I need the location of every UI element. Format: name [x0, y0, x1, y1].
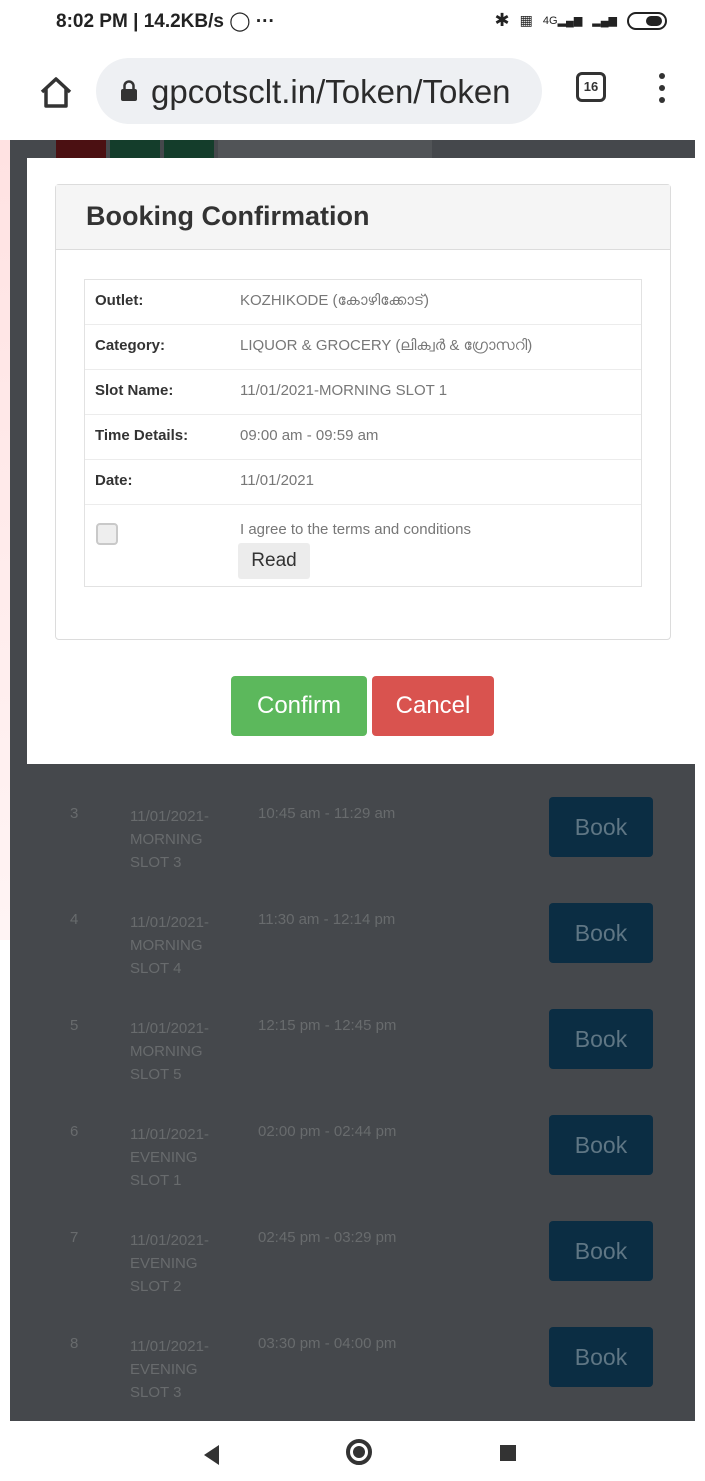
slot-row: 3 11/01/2021-MORNING SLOT 3 10:45 am - 1… [10, 797, 695, 903]
detail-label: Time Details: [95, 427, 189, 444]
detail-value: 11/01/2021-MORNING SLOT 1 [240, 382, 448, 399]
booking-modal: Booking Confirmation Outlet: KOZHIKODE (… [27, 158, 697, 764]
status-time: 8:02 PM [56, 11, 128, 32]
book-button[interactable]: Book [549, 1115, 653, 1175]
book-button[interactable]: Book [549, 1009, 653, 1069]
detail-row-date: Date: 11/01/2021 [85, 460, 641, 505]
signal-label: 4G [542, 15, 558, 27]
slot-time: 03:30 pm - 04:00 pm [258, 1335, 397, 1352]
confirmation-panel: Booking Confirmation Outlet: KOZHIKODE (… [55, 184, 671, 640]
slot-name: 11/01/2021-MORNING SLOT 5 [130, 1020, 209, 1083]
alarm-icon: ◯ [229, 11, 251, 32]
detail-value: 09:00 am - 09:59 am [240, 427, 379, 444]
read-terms-button[interactable]: Read [238, 543, 310, 579]
status-left: 8:02 PM | 14.2KB/s ◯ ··· [56, 11, 275, 32]
detail-value: KOZHIKODE (കോഴിക്കോട്) [240, 292, 430, 309]
slot-number: 5 [70, 1017, 79, 1034]
status-right: ✱ ▦ 4G▂▄▆ ▂▄▆ [495, 10, 667, 31]
slot-number: 6 [70, 1123, 79, 1140]
terms-checkbox[interactable] [96, 523, 118, 545]
book-button[interactable]: Book [549, 903, 653, 963]
slot-time: 02:45 pm - 03:29 pm [258, 1229, 397, 1246]
slot-row: 7 11/01/2021-EVENING SLOT 2 02:45 pm - 0… [10, 1221, 695, 1327]
slot-name: 11/01/2021-MORNING SLOT 3 [130, 808, 209, 871]
terms-label: I agree to the terms and conditions [240, 521, 471, 538]
home-icon-svg [40, 77, 72, 108]
recent-apps-icon[interactable] [500, 1445, 516, 1461]
slot-row: 5 11/01/2021-MORNING SLOT 5 12:15 pm - 1… [10, 1009, 695, 1115]
slot-time: 10:45 am - 11:29 am [258, 805, 396, 822]
system-nav-bar [0, 1421, 705, 1481]
cancel-button[interactable]: Cancel [372, 676, 494, 736]
slot-time: 11:30 am - 12:14 pm [258, 911, 396, 928]
back-icon[interactable] [204, 1445, 219, 1465]
detail-label: Category: [95, 337, 166, 354]
page-header-bar-gray [218, 140, 432, 158]
modal-title: Booking Confirmation [86, 201, 370, 231]
book-button[interactable]: Book [549, 1327, 653, 1387]
booking-details-table: Outlet: KOZHIKODE (കോഴിക്കോട്) Category:… [84, 279, 642, 587]
detail-label: Date: [95, 472, 133, 489]
slot-time: 02:00 pm - 02:44 pm [258, 1123, 397, 1140]
signal-icon-2: ▂▄▆ [592, 15, 617, 27]
bluetooth-icon: ✱ [494, 10, 510, 30]
detail-label: Outlet: [95, 292, 144, 309]
book-button[interactable]: Book [549, 797, 653, 857]
slot-number: 4 [70, 911, 79, 928]
slot-row: 4 11/01/2021-MORNING SLOT 4 11:30 am - 1… [10, 903, 695, 1009]
battery-icon [627, 11, 667, 30]
slot-number: 7 [70, 1229, 79, 1246]
terms-row: I agree to the terms and conditions Read [85, 505, 641, 588]
status-bar: 8:02 PM | 14.2KB/s ◯ ··· ✱ ▦ 4G▂▄▆ ▂▄▆ [0, 0, 705, 44]
page-header-bar-red [56, 140, 106, 158]
slot-number: 8 [70, 1335, 79, 1352]
slot-number: 3 [70, 805, 79, 822]
panel-heading: Booking Confirmation [56, 185, 670, 250]
slot-row: 6 11/01/2021-EVENING SLOT 1 02:00 pm - 0… [10, 1115, 695, 1221]
book-button[interactable]: Book [549, 1221, 653, 1281]
slot-row: 8 11/01/2021-EVENING SLOT 3 03:30 pm - 0… [10, 1327, 695, 1433]
slot-name: 11/01/2021-EVENING SLOT 2 [130, 1232, 209, 1295]
home-circle-icon[interactable] [346, 1439, 372, 1465]
detail-row-outlet: Outlet: KOZHIKODE (കോഴിക്കോട്) [85, 280, 641, 325]
browser-menu-icon[interactable] [652, 70, 672, 110]
data-icon: ▦ [519, 12, 533, 28]
home-icon[interactable] [36, 72, 76, 112]
url-text: gpcotsclt.in/Token/Token [151, 73, 511, 110]
slot-name: 11/01/2021-EVENING SLOT 3 [130, 1338, 209, 1401]
detail-value: 11/01/2021 [240, 472, 314, 489]
detail-value: LIQUOR & GROCERY (ലിക്വർ & ഗ്രോസറി) [240, 337, 533, 354]
slot-name: 11/01/2021-EVENING SLOT 1 [130, 1126, 209, 1189]
address-bar[interactable]: gpcotsclt.in/Token/Token [96, 58, 542, 124]
signal-icon: 4G▂▄▆ [542, 15, 583, 27]
page-header-bar-green [110, 140, 160, 158]
slot-name: 11/01/2021-MORNING SLOT 4 [130, 914, 209, 977]
slot-time: 12:15 pm - 12:45 pm [258, 1017, 397, 1034]
lock-icon [121, 80, 137, 101]
detail-row-time: Time Details: 09:00 am - 09:59 am [85, 415, 641, 460]
tab-switcher-button[interactable]: 16 [576, 72, 606, 102]
browser-toolbar: gpcotsclt.in/Token/Token 16 [0, 44, 705, 140]
network-speed: 14.2KB/s [143, 11, 224, 32]
detail-label: Slot Name: [95, 382, 174, 399]
detail-row-category: Category: LIQUOR & GROCERY (ലിക്വർ & ഗ്ര… [85, 325, 641, 370]
confirm-button[interactable]: Confirm [231, 676, 367, 736]
more-notifications-icon: ··· [255, 11, 275, 32]
detail-row-slot-name: Slot Name: 11/01/2021-MORNING SLOT 1 [85, 370, 641, 415]
page-header-bar-green-2 [164, 140, 214, 158]
